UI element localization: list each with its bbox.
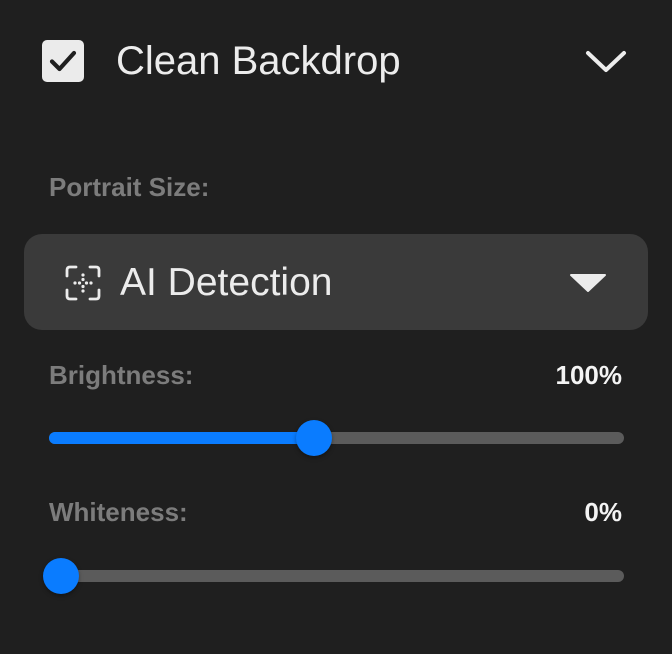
whiteness-slider[interactable] [43, 558, 624, 594]
whiteness-label: Whiteness: [49, 497, 188, 527]
whiteness-value: 0% [584, 497, 622, 527]
slider-fill [49, 432, 314, 444]
portrait-size-value: AI Detection [120, 261, 333, 304]
caret-down-icon [568, 272, 608, 294]
slider-thumb[interactable] [43, 558, 79, 594]
brightness-label: Brightness: [49, 360, 194, 390]
check-icon [49, 50, 77, 72]
panel-title: Clean Backdrop [116, 39, 401, 83]
portrait-size-label: Portrait Size: [49, 172, 210, 202]
clean-backdrop-panel: Clean Backdrop Portrait Size: AI Detecti… [0, 0, 672, 654]
brightness-slider[interactable] [49, 420, 624, 456]
chevron-down-icon[interactable] [582, 44, 630, 78]
panel-header: Clean Backdrop [42, 38, 632, 84]
portrait-size-dropdown[interactable]: AI Detection [24, 234, 648, 330]
clean-backdrop-checkbox[interactable] [42, 40, 84, 82]
slider-thumb[interactable] [296, 420, 332, 456]
slider-track [49, 570, 624, 582]
ai-detection-icon [64, 264, 102, 302]
brightness-value: 100% [555, 360, 623, 390]
